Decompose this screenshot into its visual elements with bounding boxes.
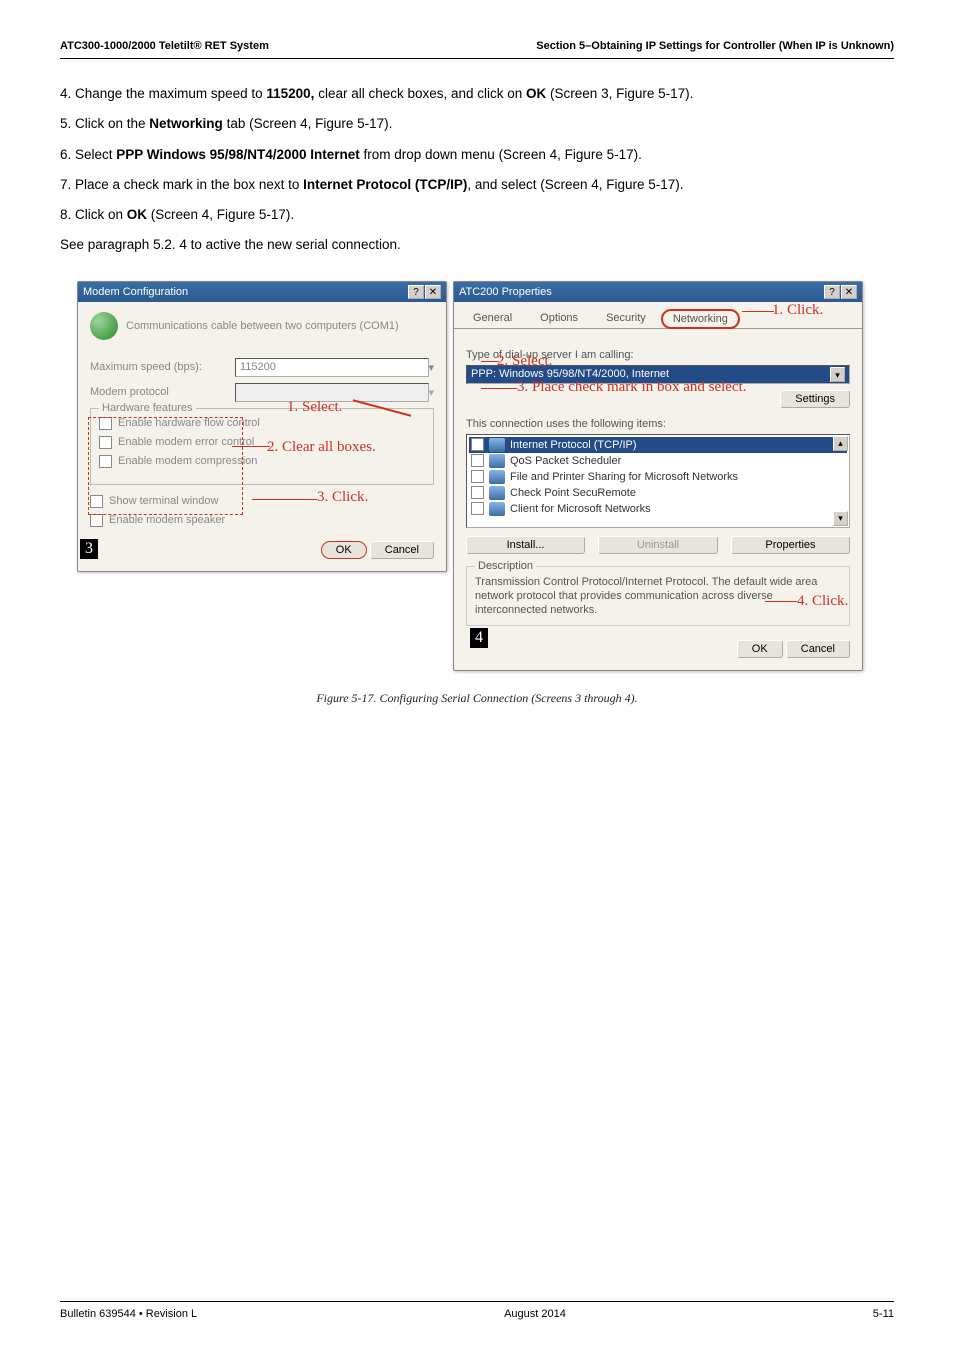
- step-5: 5. Click on the Networking tab (Screen 4…: [60, 114, 894, 134]
- atc-cancel-button[interactable]: Cancel: [786, 640, 850, 658]
- tab-networking[interactable]: Networking: [661, 309, 740, 329]
- step-8: 8. Click on OK (Screen 4, Figure 5-17).: [60, 205, 894, 225]
- max-speed-label: Maximum speed (bps):: [90, 361, 235, 373]
- atc-close-icon[interactable]: ✕: [841, 285, 857, 299]
- desc-legend: Description: [475, 560, 536, 572]
- uninstall-button[interactable]: Uninstall: [598, 536, 717, 554]
- max-speed-field[interactable]: 115200: [235, 358, 429, 377]
- modem-cancel-button[interactable]: Cancel: [370, 541, 434, 559]
- dropdown-arrow-icon[interactable]: ▾: [830, 367, 845, 382]
- atc-titlebar: ATC200 Properties ? ✕: [454, 282, 862, 302]
- desc-text: Transmission Control Protocol/Internet P…: [475, 575, 841, 618]
- modem-globe-icon: [90, 312, 118, 340]
- item-checkpoint-label: Check Point SecuRemote: [510, 487, 636, 499]
- header-right: Section 5–Obtaining IP Settings for Cont…: [536, 40, 894, 52]
- chk-compression[interactable]: Enable modem compression: [99, 455, 425, 468]
- annot-line: [481, 388, 517, 390]
- annot-line: [481, 361, 499, 363]
- modem-title: Modem Configuration: [83, 286, 188, 298]
- annot-select-2: 2. Select.: [497, 353, 552, 370]
- overlay-4: 4: [470, 628, 488, 648]
- net-icon: [489, 438, 505, 452]
- modem-protocol-arrow-icon: ▾: [428, 386, 434, 399]
- net-icon: [489, 454, 505, 468]
- scroll-down-icon[interactable]: ▾: [833, 511, 848, 526]
- item-tcpip[interactable]: Internet Protocol (TCP/IP): [469, 437, 847, 453]
- item-fileprint-label: File and Printer Sharing for Microsoft N…: [510, 471, 738, 483]
- modem-titlebar: Modem Configuration ? ✕: [78, 282, 446, 302]
- modem-ok-button[interactable]: OK: [321, 541, 367, 559]
- header-rule: [60, 58, 894, 59]
- chk-speaker[interactable]: Enable modem speaker: [90, 514, 434, 527]
- atc-help-icon[interactable]: ?: [824, 285, 840, 299]
- annot-line: [742, 311, 774, 313]
- item-msclient-label: Client for Microsoft Networks: [510, 503, 651, 515]
- header-left: ATC300-1000/2000 Teletilt® RET System: [60, 40, 269, 52]
- chk-flow-label: Enable hardware flow control: [118, 417, 260, 429]
- overlay-3: 3: [80, 539, 98, 559]
- item-checkpoint[interactable]: Check Point SecuRemote: [469, 485, 847, 501]
- annot-line: [765, 601, 797, 603]
- chk-speaker-label: Enable modem speaker: [109, 514, 225, 526]
- atc-dialog: ATC200 Properties ? ✕ General Options Se…: [453, 281, 863, 672]
- item-tcpip-label: Internet Protocol (TCP/IP): [510, 439, 637, 451]
- chk-terminal[interactable]: Show terminal window: [90, 495, 434, 508]
- chk-flow-control[interactable]: Enable hardware flow control: [99, 417, 425, 430]
- chk-terminal-label: Show terminal window: [109, 495, 218, 507]
- item-qos[interactable]: QoS Packet Scheduler: [469, 453, 847, 469]
- annot-click-4: 4. Click.: [797, 593, 848, 610]
- atc-ok-button[interactable]: OK: [737, 640, 783, 658]
- settings-button[interactable]: Settings: [780, 390, 850, 408]
- max-speed-arrow-icon[interactable]: ▾: [428, 361, 434, 374]
- tab-security[interactable]: Security: [593, 308, 659, 328]
- see-paragraph: See paragraph 5.2. 4 to active the new s…: [60, 235, 894, 255]
- item-msclient[interactable]: Client for Microsoft Networks: [469, 501, 847, 517]
- tab-options[interactable]: Options: [527, 308, 591, 328]
- tab-general[interactable]: General: [460, 308, 525, 328]
- items-listbox[interactable]: Internet Protocol (TCP/IP) QoS Packet Sc…: [466, 434, 850, 528]
- footer-left: Bulletin 639544 • Revision L: [60, 1308, 197, 1320]
- annot-check-3: 3. Place check mark in box and select.: [517, 379, 747, 396]
- net-icon: [489, 470, 505, 484]
- modem-help-icon[interactable]: ?: [408, 285, 424, 299]
- annot-click-1: 1. Click.: [772, 302, 823, 319]
- atc-title: ATC200 Properties: [459, 286, 552, 298]
- net-icon: [489, 502, 505, 516]
- annot-select-1: 1. Select.: [287, 399, 342, 416]
- install-button[interactable]: Install...: [466, 536, 585, 554]
- net-icon: [489, 486, 505, 500]
- annot-line: [232, 446, 270, 448]
- scroll-up-icon[interactable]: ▴: [833, 436, 848, 451]
- annot-click-3: 3. Click.: [317, 489, 368, 506]
- hardware-legend: Hardware features: [99, 402, 196, 414]
- modem-close-icon[interactable]: ✕: [425, 285, 441, 299]
- figure-caption: Figure 5-17. Configuring Serial Connecti…: [77, 691, 877, 706]
- annot-clear: 2. Clear all boxes.: [267, 439, 376, 456]
- step-7: 7. Place a check mark in the box next to…: [60, 175, 894, 195]
- chk-compression-label: Enable modem compression: [118, 455, 257, 467]
- item-qos-label: QoS Packet Scheduler: [510, 455, 621, 467]
- page-footer: Bulletin 639544 • Revision L August 2014…: [60, 1301, 894, 1320]
- item-fileprint[interactable]: File and Printer Sharing for Microsoft N…: [469, 469, 847, 485]
- modem-comm-text: Communications cable between two compute…: [126, 320, 399, 332]
- modem-protocol-label: Modem protocol: [90, 386, 235, 398]
- modem-dialog: Modem Configuration ? ✕ Communications c…: [77, 281, 447, 572]
- footer-right: 5-11: [873, 1308, 894, 1320]
- step-4: 4. Change the maximum speed to 115200, c…: [60, 84, 894, 104]
- properties-button[interactable]: Properties: [731, 536, 850, 554]
- annot-line: [252, 499, 317, 501]
- footer-center: August 2014: [504, 1308, 566, 1320]
- items-label: This connection uses the following items…: [466, 418, 850, 430]
- step-6: 6. Select PPP Windows 95/98/NT4/2000 Int…: [60, 145, 894, 165]
